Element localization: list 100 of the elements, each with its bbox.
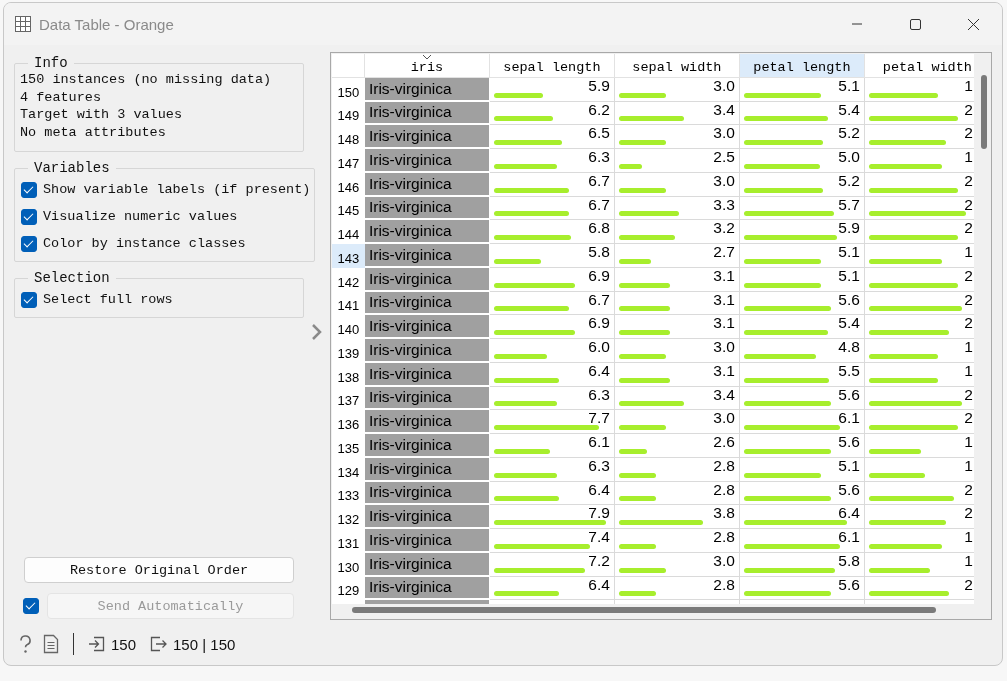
column-header[interactable]: sepal width xyxy=(614,54,740,78)
checkbox[interactable] xyxy=(21,235,37,252)
table-cell: Iris-virginica xyxy=(364,410,490,434)
vertical-scrollbar[interactable] xyxy=(980,75,987,149)
table-cell: 2 xyxy=(964,219,973,237)
table-cell: 2.5 xyxy=(713,148,735,165)
checkbox[interactable] xyxy=(21,181,37,198)
checkbox[interactable] xyxy=(21,208,37,225)
table-cell: 6.1 xyxy=(838,409,860,427)
table-cell: 3.1 xyxy=(713,314,735,332)
table-cell: Iris-virginica xyxy=(364,362,490,387)
table-cell: 5.6 xyxy=(838,385,860,403)
group-title: Selection xyxy=(33,270,111,286)
table-cell: 3.0 xyxy=(713,76,735,94)
table-cell: 6.2 xyxy=(588,100,610,118)
table-cell: 3.0 xyxy=(713,551,735,569)
table-cell: Iris-virginica xyxy=(364,149,490,173)
table-cell: 2 xyxy=(964,290,973,308)
restore-order-button[interactable]: Restore Original Order xyxy=(24,557,294,583)
table-cell: 7.9 xyxy=(588,504,610,522)
table-cell: 1 xyxy=(964,338,973,355)
table-cell: 3.3 xyxy=(713,195,735,213)
checkbox-label[interactable]: Visualize numeric values xyxy=(43,209,238,224)
table-cell: 3.2 xyxy=(713,219,735,237)
table-cell: 6.9 xyxy=(588,266,610,284)
info-text: No meta attributes xyxy=(20,123,167,141)
help-icon xyxy=(17,634,33,654)
maximize-icon[interactable] xyxy=(908,17,922,31)
close-icon[interactable] xyxy=(966,17,980,31)
checkbox[interactable] xyxy=(21,291,37,308)
table-cell: 2 xyxy=(964,100,973,118)
table-cell: 7.7 xyxy=(588,409,610,427)
table-cell: 2.8 xyxy=(713,456,735,474)
table-cell: Iris-virginica xyxy=(364,101,490,126)
table-cell: 2 xyxy=(964,409,973,427)
table-cell: 7.4 xyxy=(588,528,610,545)
table-cell: 5.1 xyxy=(838,76,860,94)
table-cell: Iris-virginica xyxy=(364,552,490,577)
table-cell: 6.4 xyxy=(588,361,610,379)
table-cell: 2 xyxy=(964,385,973,403)
table-cell: 6.1 xyxy=(588,433,610,450)
table-cell: 3.1 xyxy=(713,290,735,308)
input-icon xyxy=(88,634,105,654)
column-header[interactable]: petal length xyxy=(739,54,865,78)
window-title: Data Table - Orange xyxy=(39,15,174,33)
table-cell: 1 xyxy=(964,361,973,379)
table-cell: 5.8 xyxy=(588,243,610,260)
table-cell: 3.0 xyxy=(713,409,735,427)
table-cell: Iris-virginica xyxy=(364,125,490,149)
table-cell: 3.0 xyxy=(713,338,735,355)
table-cell: 5.6 xyxy=(838,575,860,593)
row-header[interactable]: 143 xyxy=(331,244,365,268)
checkbox-label[interactable]: Show variable labels (if present) xyxy=(43,182,311,197)
table-cell: Iris-virginica xyxy=(364,457,490,482)
table-cell: 6.7 xyxy=(588,171,610,189)
table-cell: Iris-virginica xyxy=(364,529,490,553)
column-header[interactable]: sepal length xyxy=(489,54,615,78)
table-cell: 1 xyxy=(964,76,973,94)
column-header[interactable]: iris xyxy=(364,54,490,78)
table-cell: 6.4 xyxy=(838,504,860,522)
table-cell: 6.4 xyxy=(588,575,610,593)
table-cell: 6.7 xyxy=(588,195,610,213)
table-cell: 5.9 xyxy=(838,219,860,237)
table-cell: 2 xyxy=(964,171,973,189)
table-cell: 3.0 xyxy=(713,171,735,189)
table-cell: Iris-virginica xyxy=(364,77,490,102)
table-cell: Iris-virginica xyxy=(364,267,490,292)
table-cell: 1 xyxy=(964,148,973,165)
table-cell: 2 xyxy=(964,124,973,142)
output-count: 150 | 150 xyxy=(173,635,236,653)
table-cell: 2.6 xyxy=(713,433,735,450)
table-cell: 4.8 xyxy=(838,338,860,355)
input-count: 150 xyxy=(111,635,137,653)
table-cell: 1 xyxy=(964,456,973,474)
table-cell: 1 xyxy=(964,243,973,260)
table-cell: 6.8 xyxy=(588,219,610,237)
table-cell: Iris-virginica xyxy=(364,196,490,221)
table-cell: 6.7 xyxy=(588,290,610,308)
table-cell: Iris-virginica xyxy=(364,386,490,411)
table-cell: 5.6 xyxy=(838,480,860,498)
table-cell: Iris-virginica xyxy=(364,244,490,268)
chevron-right-icon[interactable] xyxy=(311,323,323,341)
group-title: Info xyxy=(33,55,69,71)
table-cell: 3.8 xyxy=(713,504,735,522)
table-cell: 5.5 xyxy=(838,361,860,379)
info-text: 150 instances (no missing data) xyxy=(20,71,273,89)
table-cell: 5.2 xyxy=(838,124,860,142)
table-cell: 6.3 xyxy=(588,456,610,474)
document-icon xyxy=(43,634,59,654)
table-cell: Iris-virginica xyxy=(364,505,490,529)
table-cell: 1 xyxy=(964,528,973,545)
checkbox-label[interactable]: Color by instance classes xyxy=(43,236,246,251)
table-cell: Iris-virginica xyxy=(364,291,490,316)
horizontal-scrollbar[interactable] xyxy=(351,607,936,613)
info-text: Target with 3 values xyxy=(20,106,184,124)
checkbox-label[interactable]: Select full rows xyxy=(43,292,173,307)
table-cell: Iris-virginica xyxy=(364,172,490,197)
table-cell: 2.8 xyxy=(713,575,735,593)
table-cell: 5.9 xyxy=(588,76,610,94)
table-icon xyxy=(15,16,31,32)
